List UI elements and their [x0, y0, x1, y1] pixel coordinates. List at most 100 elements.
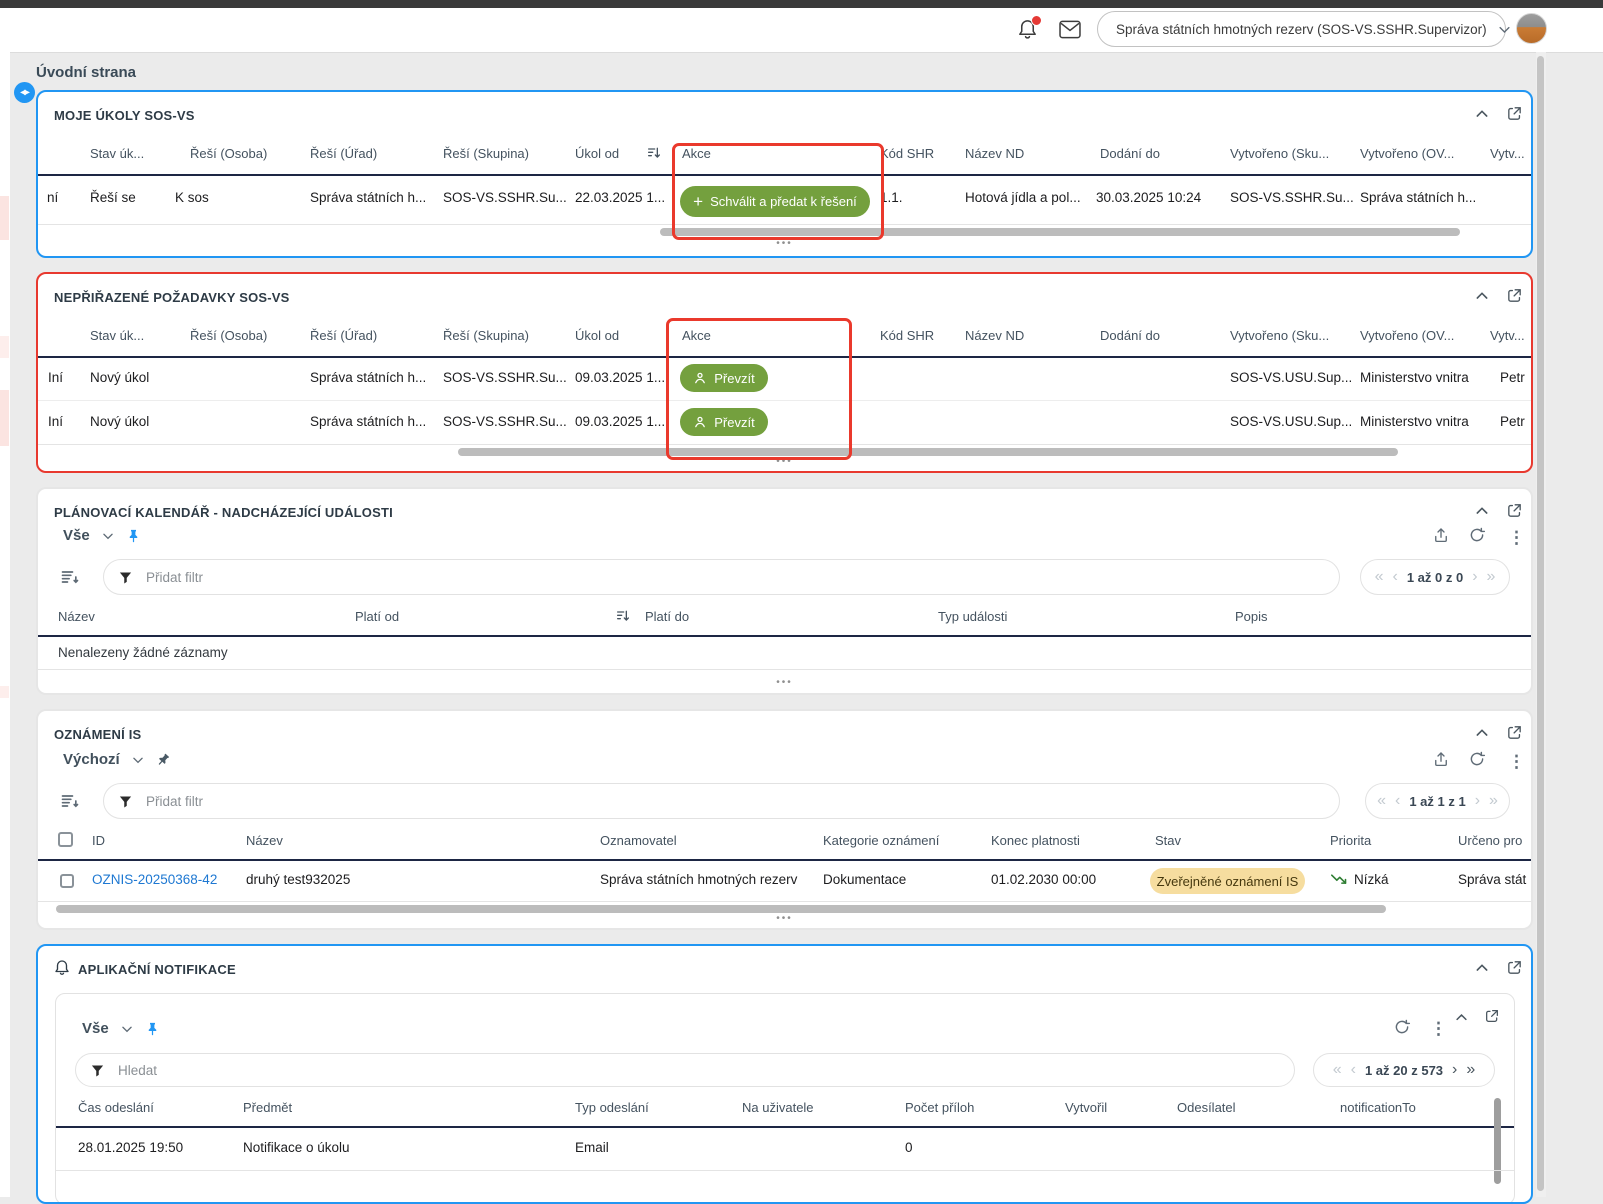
col-na-uzivatele[interactable]: Na uživatele: [742, 1100, 814, 1115]
col-vytvoreno-sku[interactable]: Vytvořeno (Sku...: [1230, 146, 1329, 161]
col-resi-osoba[interactable]: Řeší (Osoba): [190, 328, 267, 343]
col-nazev-nd[interactable]: Název ND: [965, 146, 1024, 161]
next-page-icon[interactable]: ›: [1452, 1062, 1457, 1078]
more-ellipsis[interactable]: •••: [38, 677, 1531, 688]
more-ellipsis[interactable]: •••: [38, 238, 1531, 249]
last-page-icon[interactable]: »: [1489, 793, 1498, 809]
schvalit-predat-button[interactable]: + Schválit a předat k řešení: [680, 186, 870, 217]
col-akce[interactable]: Akce: [682, 328, 711, 343]
horizontal-scrollbar[interactable]: [56, 905, 1386, 913]
sort-descending-icon[interactable]: [615, 608, 631, 624]
expand-panel-icon[interactable]: [1484, 1008, 1500, 1024]
collapse-panel-icon[interactable]: [1454, 1010, 1469, 1025]
col-resi-urad[interactable]: Řeší (Úřad): [310, 146, 377, 161]
first-page-icon[interactable]: «: [1377, 793, 1386, 809]
col-stav-ukolu[interactable]: Stav úk...: [90, 146, 144, 161]
col-plati-od[interactable]: Platí od: [355, 609, 399, 624]
vertical-scrollbar[interactable]: [1494, 1098, 1501, 1184]
mail-icon[interactable]: [1058, 20, 1082, 39]
kebab-menu-icon[interactable]: ⋮: [1508, 753, 1525, 770]
view-selector[interactable]: Vše: [82, 1020, 160, 1037]
col-vytvoreno-ov[interactable]: Vytvořeno (OV...: [1360, 146, 1454, 161]
col-priorita[interactable]: Priorita: [1330, 833, 1371, 848]
col-id[interactable]: ID: [92, 833, 105, 848]
expand-panel-icon[interactable]: [1506, 502, 1523, 519]
role-selector[interactable]: Správa státních hmotných rezerv (SOS-VS.…: [1097, 11, 1506, 47]
prev-page-icon[interactable]: ‹: [1392, 569, 1397, 585]
col-vytvoril[interactable]: Vytvořil: [1065, 1100, 1107, 1115]
col-plati-do[interactable]: Platí do: [645, 609, 689, 624]
col-resi-urad[interactable]: Řeší (Úřad): [310, 328, 377, 343]
horizontal-scrollbar[interactable]: [660, 228, 1460, 236]
col-notification-to[interactable]: notificationTo: [1340, 1100, 1416, 1115]
col-urceno-pro[interactable]: Určeno pro: [1458, 833, 1522, 848]
col-pocet-priloh[interactable]: Počet příloh: [905, 1100, 974, 1115]
prev-page-icon[interactable]: ‹: [1351, 1062, 1356, 1078]
avatar[interactable]: [1516, 13, 1547, 44]
export-icon[interactable]: [1432, 749, 1450, 769]
collapse-panel-icon[interactable]: [1474, 503, 1490, 519]
filter-input[interactable]: [144, 569, 1325, 586]
col-stav[interactable]: Stav: [1155, 833, 1181, 848]
refresh-icon[interactable]: [1468, 750, 1486, 768]
prevzit-button[interactable]: Převzít: [680, 364, 768, 392]
view-selector[interactable]: Vše: [63, 527, 141, 544]
kebab-menu-icon[interactable]: ⋮: [1430, 1020, 1447, 1037]
sort-options-icon[interactable]: [60, 567, 80, 587]
row-checkbox[interactable]: [60, 874, 74, 888]
col-nazev-nd[interactable]: Název ND: [965, 328, 1024, 343]
col-resi-skupina[interactable]: Řeší (Skupina): [443, 328, 529, 343]
expand-panel-icon[interactable]: [1506, 287, 1523, 304]
col-ukol-od[interactable]: Úkol od: [575, 328, 619, 343]
pin-icon[interactable]: [153, 749, 174, 770]
pin-icon[interactable]: [126, 528, 141, 543]
col-akce[interactable]: Akce: [682, 146, 711, 161]
refresh-icon[interactable]: [1468, 526, 1486, 544]
cell-id-link[interactable]: OZNIS-20250368-42: [92, 872, 217, 887]
col-kategorie[interactable]: Kategorie oznámení: [823, 833, 939, 848]
collapse-panel-icon[interactable]: [1474, 106, 1490, 122]
col-vytv[interactable]: Vytv...: [1490, 328, 1525, 343]
col-vytvoreno-ov[interactable]: Vytvořeno (OV...: [1360, 328, 1454, 343]
first-page-icon[interactable]: «: [1375, 569, 1384, 585]
page-scrollbar-thumb[interactable]: [1537, 56, 1544, 1191]
col-nazev[interactable]: Název: [58, 609, 95, 624]
col-vytvoreno-sku[interactable]: Vytvořeno (Sku...: [1230, 328, 1329, 343]
col-typ-odeslani[interactable]: Typ odeslání: [575, 1100, 649, 1115]
col-oznamovatel[interactable]: Oznamovatel: [600, 833, 677, 848]
collapse-panel-icon[interactable]: [1474, 725, 1490, 741]
view-selector[interactable]: Výchozí: [63, 751, 171, 768]
col-kod-shr[interactable]: Kód SHR: [880, 328, 934, 343]
export-icon[interactable]: [1432, 525, 1450, 545]
col-konec-platnosti[interactable]: Konec platnosti: [991, 833, 1080, 848]
sort-options-icon[interactable]: [60, 791, 80, 811]
first-page-icon[interactable]: «: [1333, 1062, 1342, 1078]
col-kod-shr[interactable]: Kód SHR: [880, 146, 934, 161]
col-typ-udalosti[interactable]: Typ události: [938, 609, 1007, 624]
col-vytv[interactable]: Vytv...: [1490, 146, 1525, 161]
prevzit-button[interactable]: Převzít: [680, 408, 768, 436]
filter-input[interactable]: [144, 793, 1325, 810]
col-resi-osoba[interactable]: Řeší (Osoba): [190, 146, 267, 161]
more-ellipsis[interactable]: •••: [38, 456, 1531, 467]
expand-panel-icon[interactable]: [1506, 959, 1523, 976]
pin-icon[interactable]: [145, 1021, 160, 1036]
col-ukol-od[interactable]: Úkol od: [575, 146, 619, 161]
expand-panel-icon[interactable]: [1506, 105, 1523, 122]
col-odesilatel[interactable]: Odesílatel: [1177, 1100, 1236, 1115]
sort-descending-icon[interactable]: [646, 145, 662, 161]
col-cas-odeslani[interactable]: Čas odeslání: [78, 1100, 154, 1115]
col-stav-ukolu[interactable]: Stav úk...: [90, 328, 144, 343]
refresh-icon[interactable]: [1393, 1018, 1411, 1036]
next-page-icon[interactable]: ›: [1472, 569, 1477, 585]
code-widget-icon[interactable]: ◂▸: [14, 82, 35, 103]
col-popis[interactable]: Popis: [1235, 609, 1268, 624]
col-dodani-do[interactable]: Dodání do: [1100, 328, 1160, 343]
horizontal-scrollbar[interactable]: [458, 448, 1398, 456]
more-ellipsis[interactable]: •••: [38, 913, 1531, 924]
collapse-panel-icon[interactable]: [1474, 288, 1490, 304]
search-input[interactable]: [116, 1062, 1280, 1079]
prev-page-icon[interactable]: ‹: [1395, 793, 1400, 809]
col-predmet[interactable]: Předmět: [243, 1100, 292, 1115]
expand-panel-icon[interactable]: [1506, 724, 1523, 741]
